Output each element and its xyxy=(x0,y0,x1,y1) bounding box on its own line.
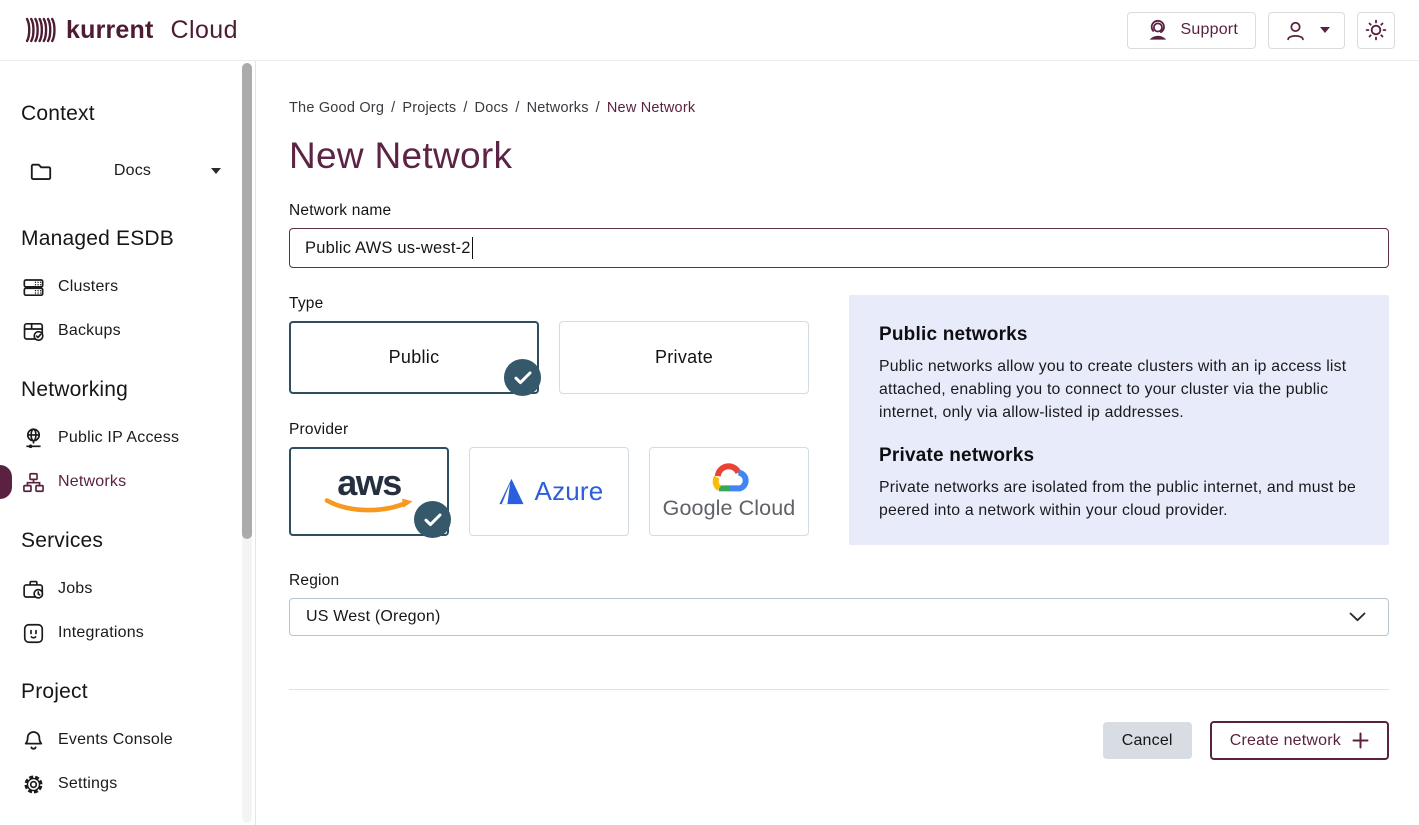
chevron-down-icon xyxy=(1320,27,1330,33)
sidebar-item-clusters[interactable]: Clusters xyxy=(0,265,255,309)
sidebar-item-events-console[interactable]: Events Console xyxy=(0,718,255,762)
breadcrumb-docs[interactable]: Docs xyxy=(475,100,509,116)
sidebar-item-label: Backups xyxy=(58,322,121,340)
sidebar-heading-networking: Networking xyxy=(21,377,255,403)
globe-network-icon xyxy=(21,426,46,451)
brand-logo[interactable]: kurrent Cloud xyxy=(24,14,238,46)
text-cursor xyxy=(472,237,474,259)
brand-name: kurrent xyxy=(66,16,154,45)
briefcase-clock-icon xyxy=(21,577,46,602)
user-icon xyxy=(1283,18,1308,43)
brand-suffix: Cloud xyxy=(171,16,238,45)
sidebar-item-label: Clusters xyxy=(58,278,118,296)
breadcrumb-networks[interactable]: Networks xyxy=(527,100,589,116)
bell-icon xyxy=(21,728,46,753)
page-title: New Network xyxy=(289,136,1389,176)
google-cloud-logo: Google Cloud xyxy=(663,462,796,521)
cancel-button[interactable]: Cancel xyxy=(1103,722,1192,759)
context-project-selector[interactable]: Docs xyxy=(28,152,241,190)
breadcrumb-separator: / xyxy=(463,100,467,116)
sidebar-item-label: Public IP Access xyxy=(58,429,179,447)
network-name-label: Network name xyxy=(289,202,1389,220)
folder-icon xyxy=(28,158,54,184)
sidebar-item-networks[interactable]: Networks xyxy=(0,460,255,504)
sidebar-item-backups[interactable]: Backups xyxy=(0,309,255,353)
kurrent-waves-icon xyxy=(24,14,56,46)
support-label: Support xyxy=(1181,21,1238,39)
network-name-input[interactable]: Public AWS us-west-2 xyxy=(289,228,1389,268)
create-network-button[interactable]: Create network xyxy=(1210,721,1389,760)
sidebar-item-label: Integrations xyxy=(58,624,144,642)
region-select[interactable]: US West (Oregon) xyxy=(289,598,1389,636)
type-option-private[interactable]: Private xyxy=(559,321,809,394)
gear-icon xyxy=(21,772,46,797)
form-actions: Cancel Create network xyxy=(289,721,1389,760)
sidebar-item-label: Jobs xyxy=(58,580,93,598)
region-label: Region xyxy=(289,572,1389,590)
provider-card-aws[interactable]: aws xyxy=(289,447,449,536)
info-heading-public: Public networks xyxy=(879,324,1359,346)
sidebar-heading-services: Services xyxy=(21,528,255,554)
selected-check-icon xyxy=(504,359,541,396)
sidebar-item-settings[interactable]: Settings xyxy=(0,762,255,806)
clusters-icon xyxy=(21,275,46,300)
provider-card-google-cloud[interactable]: Google Cloud xyxy=(649,447,809,536)
sidebar-scrollbar-thumb[interactable] xyxy=(242,63,252,539)
selected-check-icon xyxy=(414,501,451,538)
sidebar-item-jobs[interactable]: Jobs xyxy=(0,567,255,611)
headset-support-icon xyxy=(1145,18,1170,43)
user-menu-button[interactable] xyxy=(1268,12,1345,49)
sidebar: Context Docs Managed ESDB xyxy=(0,61,256,825)
azure-logo: Azure xyxy=(495,476,604,507)
sidebar-item-integrations[interactable]: Integrations xyxy=(0,611,255,655)
region-selected-value: US West (Oregon) xyxy=(306,608,441,626)
breadcrumb-separator: / xyxy=(596,100,600,116)
info-body-private: Private networks are isolated from the p… xyxy=(879,476,1359,522)
sidebar-heading-project: Project xyxy=(21,679,255,705)
main-content: The Good Org / Projects / Docs / Networks / New … xyxy=(257,61,1419,825)
provider-card-azure[interactable]: Azure xyxy=(469,447,629,536)
aws-logo: aws xyxy=(323,468,415,515)
context-selected-project: Docs xyxy=(54,162,211,180)
type-option-public[interactable]: Public xyxy=(289,321,539,394)
breadcrumb-separator: / xyxy=(515,100,519,116)
backups-icon xyxy=(21,319,46,344)
breadcrumb-separator: / xyxy=(391,100,395,116)
support-button[interactable]: Support xyxy=(1127,12,1256,49)
breadcrumb-current: New Network xyxy=(607,100,695,116)
create-network-label: Create network xyxy=(1230,732,1341,750)
info-body-public: Public networks allow you to create clus… xyxy=(879,355,1359,424)
sidebar-heading-context: Context xyxy=(21,101,255,127)
sidebar-heading-managed-esdb: Managed ESDB xyxy=(21,226,255,252)
type-option-label: Private xyxy=(655,347,713,368)
info-heading-private: Private networks xyxy=(879,445,1359,467)
theme-toggle-button[interactable] xyxy=(1357,12,1395,49)
breadcrumb-projects[interactable]: Projects xyxy=(402,100,456,116)
network-name-value: Public AWS us-west-2 xyxy=(305,239,471,258)
chevron-down-icon xyxy=(1349,612,1366,622)
sun-icon xyxy=(1363,17,1389,43)
footer-divider xyxy=(289,689,1389,690)
sidebar-item-public-ip-access[interactable]: Public IP Access xyxy=(0,416,255,460)
network-type-info-panel: Public networks Public networks allow yo… xyxy=(849,295,1389,545)
networks-hierarchy-icon xyxy=(21,470,46,495)
chevron-down-icon xyxy=(211,168,221,174)
type-option-label: Public xyxy=(389,347,440,368)
sidebar-item-label: Networks xyxy=(58,473,126,491)
breadcrumb: The Good Org / Projects / Docs / Networks / New … xyxy=(289,100,1389,116)
sidebar-item-label: Settings xyxy=(58,775,117,793)
breadcrumb-org[interactable]: The Good Org xyxy=(289,100,384,116)
plus-icon xyxy=(1352,732,1369,749)
app-header: kurrent Cloud Support xyxy=(0,0,1419,61)
sidebar-item-label: Events Console xyxy=(58,731,173,749)
outlet-plug-icon xyxy=(21,621,46,646)
